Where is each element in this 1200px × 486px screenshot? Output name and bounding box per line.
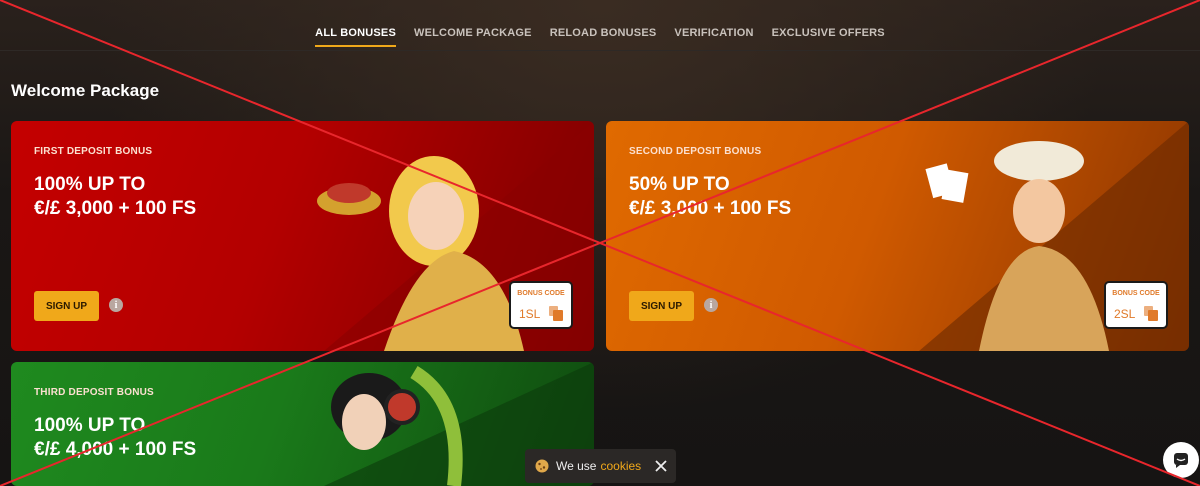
offer-line-1: 100% UP TO — [34, 415, 146, 436]
offer-line-1: 50% UP TO — [629, 174, 730, 195]
tab-all-bonuses[interactable]: ALL BONUSES — [315, 27, 397, 47]
card-label: SECOND DEPOSIT BONUS — [629, 146, 762, 157]
bonus-code-value: 1SL — [519, 307, 541, 321]
card-offer: 100% UP TO €/£ 3,000 + 100 FS — [34, 173, 196, 221]
offer-line-2: €/£ 3,000 + 100 FS — [629, 198, 792, 219]
copy-icon[interactable] — [1144, 306, 1158, 321]
chat-icon — [1174, 453, 1188, 468]
info-icon[interactable]: i — [109, 298, 123, 312]
tab-verification[interactable]: VERIFICATION — [674, 27, 753, 47]
offer-line-1: 100% UP TO — [34, 174, 146, 195]
card-offer: 50% UP TO €/£ 3,000 + 100 FS — [629, 173, 791, 221]
cookie-banner: We use cookies — [525, 449, 676, 483]
top-navigation: ALL BONUSES WELCOME PACKAGE RELOAD BONUS… — [0, 0, 1200, 51]
cookie-text: We use — [556, 459, 597, 473]
bonus-code-value: 2SL — [1114, 307, 1136, 321]
tab-welcome-package[interactable]: WELCOME PACKAGE — [414, 27, 532, 47]
offer-line-2: €/£ 3,000 + 100 FS — [34, 198, 197, 219]
info-icon[interactable]: i — [704, 298, 718, 312]
sign-up-button[interactable]: SIGN UP — [629, 291, 694, 321]
card-label: FIRST DEPOSIT BONUS — [34, 146, 153, 157]
card-offer: 100% UP TO €/£ 4,000 + 100 FS — [34, 414, 196, 462]
cookie-link[interactable]: cookies — [600, 459, 641, 473]
bonus-code-box[interactable]: BONUS CODE 1SL — [509, 281, 573, 329]
chat-button[interactable] — [1163, 442, 1199, 478]
sign-up-button[interactable]: SIGN UP — [34, 291, 99, 321]
second-deposit-card: SECOND DEPOSIT BONUS 50% UP TO €/£ 3,000… — [606, 121, 1189, 351]
card-label: THIRD DEPOSIT BONUS — [34, 387, 154, 398]
third-deposit-card: THIRD DEPOSIT BONUS 100% UP TO €/£ 4,000… — [11, 362, 594, 486]
offer-line-2: €/£ 4,000 + 100 FS — [34, 439, 197, 460]
bonus-code-label: BONUS CODE — [517, 290, 565, 297]
bonus-code-label: BONUS CODE — [1112, 290, 1160, 297]
bonus-tabs: ALL BONUSES WELCOME PACKAGE RELOAD BONUS… — [0, 27, 1200, 47]
bonus-code-box[interactable]: BONUS CODE 2SL — [1104, 281, 1168, 329]
close-icon[interactable] — [655, 460, 667, 472]
tab-exclusive-offers[interactable]: EXCLUSIVE OFFERS — [772, 27, 885, 47]
first-deposit-card: FIRST DEPOSIT BONUS 100% UP TO €/£ 3,000… — [11, 121, 594, 351]
section-title: Welcome Package — [11, 81, 160, 100]
cookie-icon — [535, 459, 549, 473]
tab-reload-bonuses[interactable]: RELOAD BONUSES — [550, 27, 657, 47]
copy-icon[interactable] — [549, 306, 563, 321]
